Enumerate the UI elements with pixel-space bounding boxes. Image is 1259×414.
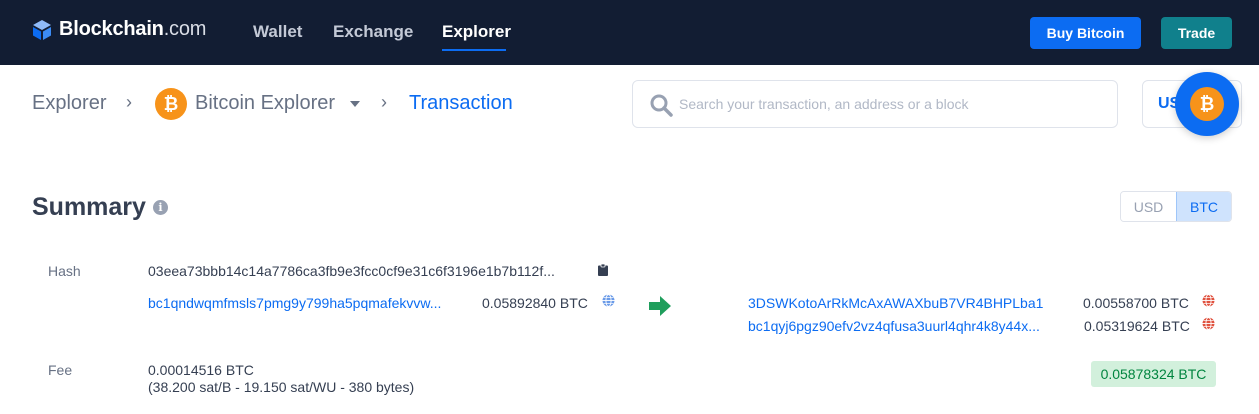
breadcrumb-explorer[interactable]: Explorer <box>32 92 106 115</box>
nav-explorer[interactable]: Explorer <box>442 22 511 42</box>
copy-icon[interactable] <box>598 264 608 276</box>
brand-name: Blockchain <box>59 18 164 40</box>
breadcrumb-bitcoin-explorer[interactable]: Bitcoin Explorer <box>195 92 335 115</box>
bitcoin-fab-button[interactable]: ₿ <box>1175 72 1239 136</box>
toggle-btc[interactable]: BTC <box>1175 192 1231 221</box>
breadcrumb-transaction: Transaction <box>409 92 513 114</box>
breadcrumb-separator: › <box>126 92 132 112</box>
fee-value: 0.00014516 BTC <box>148 362 254 378</box>
total-output-badge: 0.05878324 BTC <box>1091 361 1216 387</box>
input-amount: 0.05892840 BTC <box>482 295 588 311</box>
toggle-usd[interactable]: USD <box>1121 192 1176 221</box>
hash-label: Hash <box>48 263 81 279</box>
blockchain-logo-icon <box>33 19 51 40</box>
output-amount: 0.00558700 BTC <box>1083 295 1189 311</box>
brand-suffix: .com <box>163 18 207 40</box>
fee-detail: (38.200 sat/B - 19.150 sat/WU - 380 byte… <box>148 379 415 395</box>
nav-wallet[interactable]: Wallet <box>253 22 302 42</box>
input-address[interactable]: bc1qndwqmfmsls7pmg9y799ha5pqmafekvvw... <box>148 295 472 311</box>
globe-icon[interactable] <box>1202 294 1215 307</box>
breadcrumb-separator: › <box>381 92 387 112</box>
info-icon[interactable]: i <box>153 200 168 215</box>
search-icon <box>650 94 673 117</box>
bitcoin-icon: ₿ <box>1190 87 1224 121</box>
blockchain-logo[interactable]: Blockchain.com <box>31 18 206 41</box>
buy-bitcoin-button[interactable]: Buy Bitcoin <box>1030 17 1141 49</box>
nav-exchange[interactable]: Exchange <box>333 22 413 42</box>
transaction-hash[interactable]: 03eea73bbb14c14a7786ca3fb9e3fcc0cf9e31c6… <box>148 263 555 279</box>
fee-label: Fee <box>48 362 73 378</box>
search-input[interactable] <box>679 82 1109 126</box>
arrow-right-icon <box>649 296 671 316</box>
top-nav: Blockchain.com Wallet Exchange Explorer … <box>0 0 1259 65</box>
output-address[interactable]: 3DSWKotoArRkMcAxAWAXbuB7VR4BHPLba1 <box>748 295 1068 311</box>
currency-toggle: USD BTC <box>1120 191 1232 222</box>
trade-button[interactable]: Trade <box>1161 17 1232 49</box>
globe-icon[interactable] <box>1202 317 1215 330</box>
globe-icon[interactable] <box>602 294 615 307</box>
bitcoin-icon: ₿ <box>155 88 187 120</box>
output-amount: 0.05319624 BTC <box>1084 318 1190 334</box>
nav-active-indicator <box>442 49 506 51</box>
output-address[interactable]: bc1qyj6pgz90efv2vz4qfusa3uurl4qhr4k8y44x… <box>748 318 1074 334</box>
summary-title: Summary <box>32 193 146 221</box>
chevron-down-icon[interactable] <box>350 101 360 107</box>
search-box[interactable] <box>632 80 1118 128</box>
